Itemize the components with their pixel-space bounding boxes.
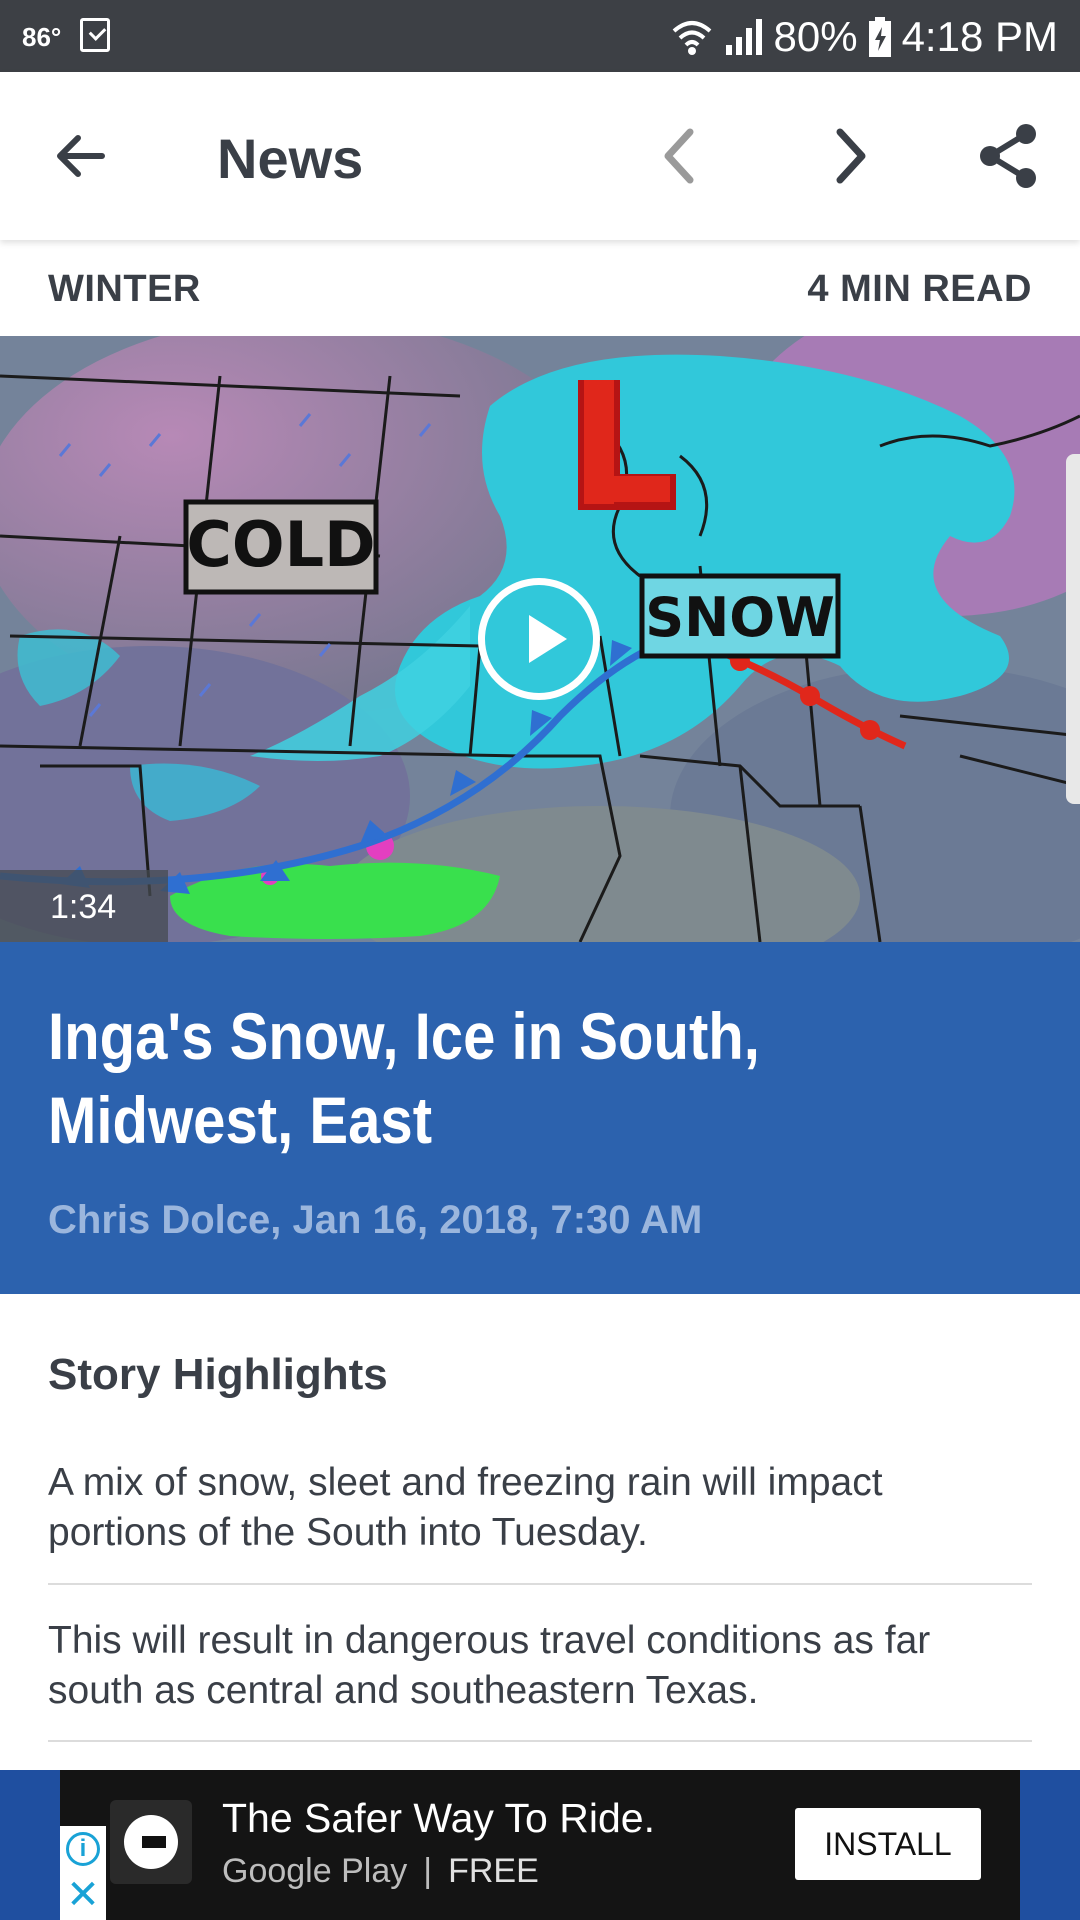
scroll-handle[interactable]: [1066, 454, 1080, 804]
highlight-item: This will result in dangerous travel con…: [48, 1619, 931, 1712]
divider: [48, 1583, 1032, 1585]
ad-headline: The Safer Way To Ride.: [222, 1795, 655, 1841]
article-byline: Chris Dolce, Jan 16, 2018, 7:30 AM: [48, 1198, 703, 1242]
ad-info-button[interactable]: i: [60, 1826, 106, 1872]
battery-percent: 80%: [773, 13, 858, 60]
highlight-item: A mix of snow, sleet and freezing rain w…: [48, 1461, 883, 1554]
divider: [48, 1740, 1032, 1742]
read-time-label: 4 MIN READ: [807, 268, 1032, 310]
ad-app-logo-icon: [110, 1800, 192, 1884]
article-headline: Inga's Snow, Ice in South, Midwest, East: [48, 999, 760, 1157]
info-icon: i: [66, 1832, 100, 1866]
next-article-button[interactable]: [810, 116, 890, 196]
ad-close-button[interactable]: ✕: [60, 1872, 106, 1920]
battery-icon: [868, 17, 891, 57]
wifi-icon: [672, 21, 711, 55]
share-button[interactable]: [968, 116, 1048, 196]
status-temperature: 86°: [22, 22, 62, 52]
article-meta-row: WINTER 4 MIN READ: [0, 240, 1080, 336]
ad-store-name: Google Play: [222, 1852, 408, 1890]
back-button[interactable]: [40, 116, 120, 196]
headline-block: Inga's Snow, Ice in South, Midwest, East…: [0, 942, 1080, 1294]
install-button[interactable]: INSTALL: [795, 1808, 981, 1880]
status-right-group: 80% 4:18 PM: [670, 12, 1058, 62]
share-icon: [980, 124, 1036, 188]
chevron-right-icon: [836, 128, 866, 184]
signal-icon: [725, 19, 762, 55]
video-duration: 1:34: [0, 870, 168, 942]
play-button[interactable]: [478, 578, 600, 700]
chevron-left-icon: [664, 128, 694, 184]
app-bar: News: [0, 72, 1080, 240]
previous-article-button[interactable]: [640, 116, 720, 196]
page-title: News: [217, 127, 364, 190]
status-bar: 86° 80% 4:18 PM: [0, 0, 1080, 72]
story-highlights-title: Story Highlights: [48, 1350, 388, 1399]
ad-separator: |: [423, 1852, 433, 1890]
ad-price: FREE: [448, 1852, 539, 1890]
status-time: 4:18 PM: [901, 13, 1058, 60]
check-icon: [80, 18, 110, 52]
ad-store-line: Google Play | FREE: [222, 1852, 539, 1891]
map-label-snow: SNOW: [645, 586, 835, 649]
category-label: WINTER: [48, 268, 201, 310]
back-arrow-icon: [57, 135, 105, 177]
map-label-cold: COLD: [186, 508, 375, 581]
